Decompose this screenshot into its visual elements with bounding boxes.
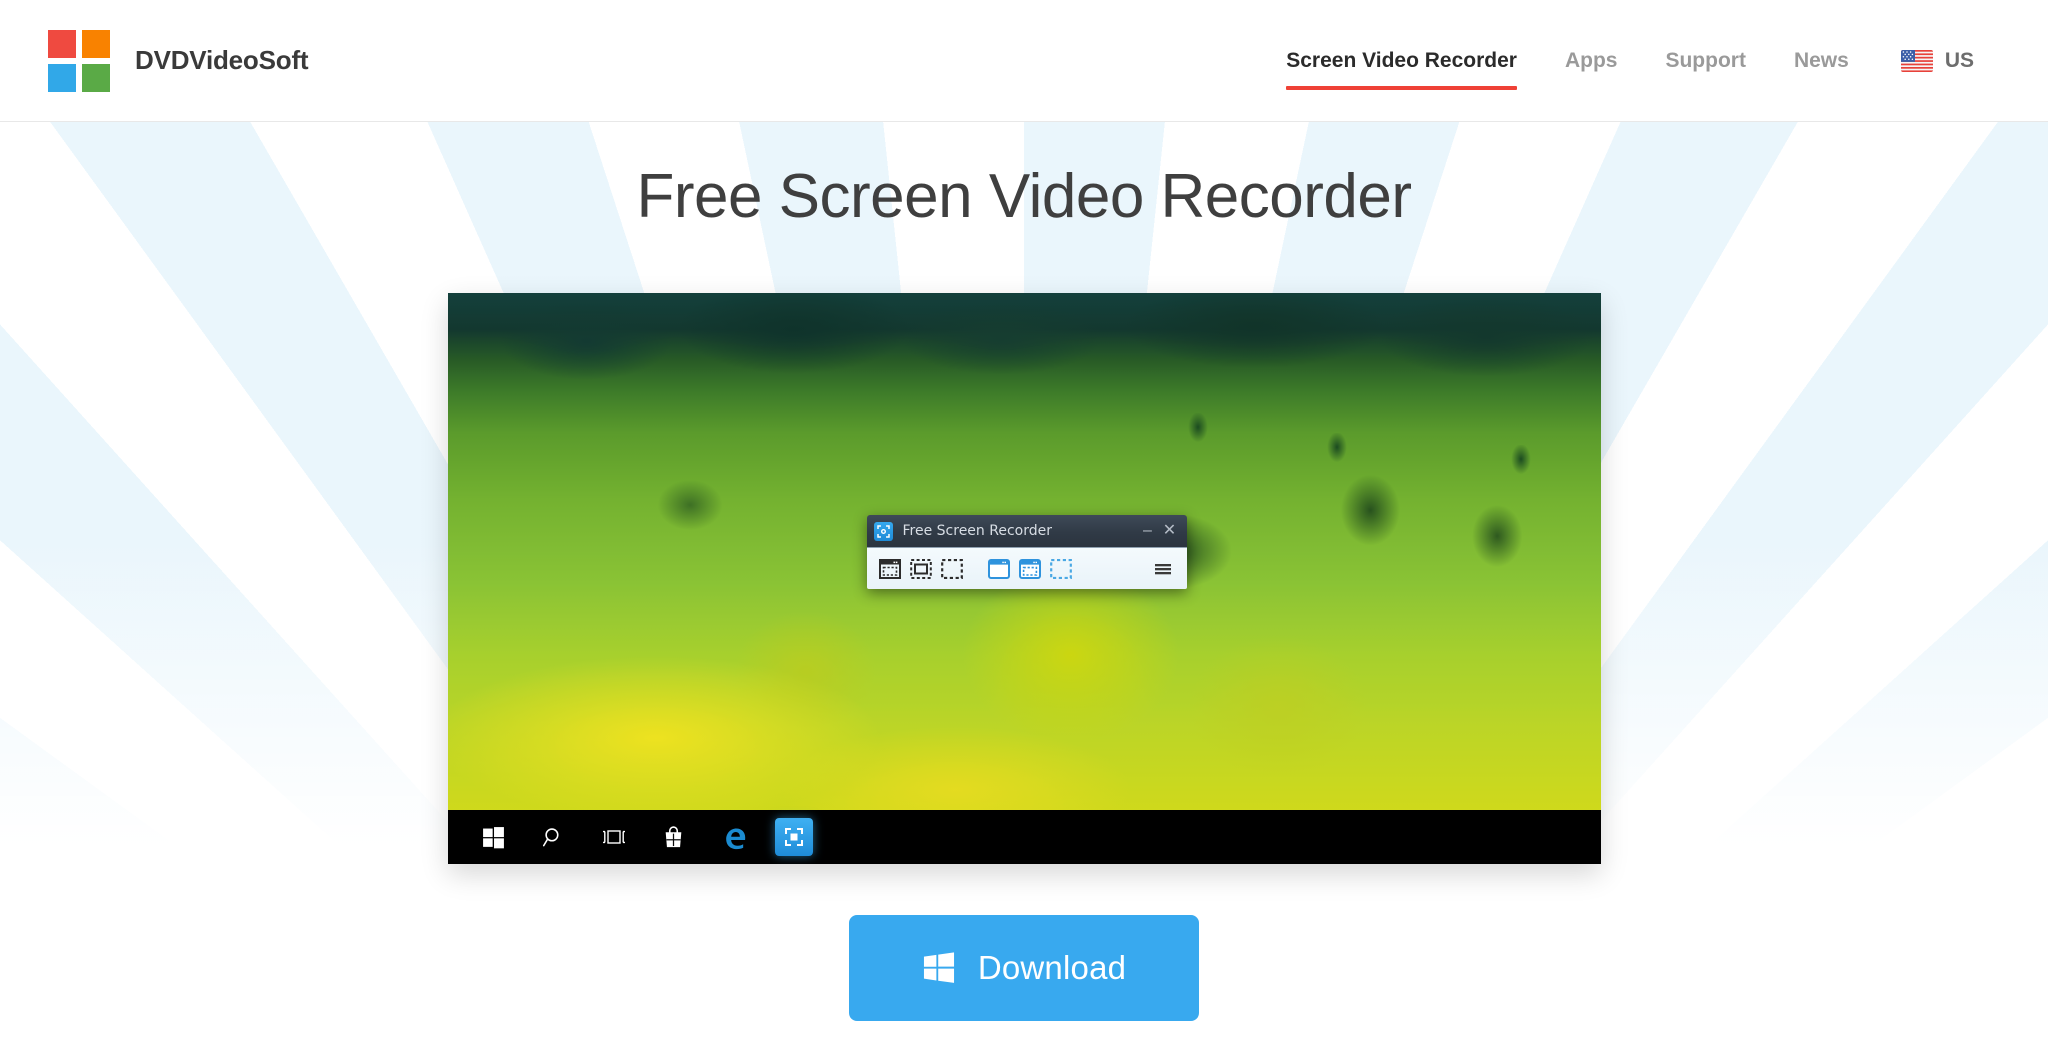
magnifier-icon[interactable]: [524, 810, 584, 864]
recorder-title-text: Free Screen Recorder: [902, 523, 1052, 540]
store-bag-icon[interactable]: [644, 810, 704, 864]
recorder-close-button[interactable]: ✕: [1159, 518, 1181, 544]
download-button[interactable]: Download: [849, 915, 1199, 1022]
record-region-button[interactable]: [1015, 552, 1046, 586]
recorder-toolbar: [866, 547, 1187, 590]
free-screen-recorder-taskbar-icon[interactable]: [764, 810, 824, 864]
main-navigation: Screen Video Recorder Apps Support News: [1262, 0, 1974, 122]
capture-frame-icon: [873, 521, 893, 541]
brand-logo-link[interactable]: DVDVideoSoft: [48, 29, 309, 92]
edge-e-icon[interactable]: [704, 810, 764, 864]
hamburger-menu-icon[interactable]: [1148, 552, 1179, 586]
locale-switcher[interactable]: US: [1873, 49, 1974, 73]
us-flag-icon: [1900, 50, 1933, 72]
free-screen-recorder-window: Free Screen Recorder – ✕: [866, 515, 1187, 590]
task-view-icon[interactable]: [584, 810, 644, 864]
product-screenshot: Free Screen Recorder – ✕: [447, 293, 1601, 865]
hero-section: Free Screen Video Recorder Free Screen R…: [0, 122, 2048, 1051]
nav-item-support[interactable]: Support: [1641, 46, 1769, 76]
page-title: Free Screen Video Recorder: [636, 162, 1412, 231]
capture-region-dark-button[interactable]: [906, 552, 937, 586]
site-header: DVDVideoSoft Screen Video Recorder Apps …: [0, 0, 2048, 122]
recorder-minimize-button[interactable]: –: [1137, 518, 1159, 544]
nav-item-screen-video-recorder[interactable]: Screen Video Recorder: [1262, 46, 1541, 90]
download-button-label: Download: [977, 949, 1127, 987]
recorder-title-bar[interactable]: Free Screen Recorder – ✕: [866, 515, 1187, 548]
locale-label: US: [1944, 49, 1974, 72]
brand-name: DVDVideoSoft: [135, 45, 309, 75]
wallpaper-tree: [1185, 413, 1212, 458]
record-fullscreen-button[interactable]: [1046, 552, 1077, 586]
download-cta-wrapper: Download: [0, 915, 2048, 1022]
wallpaper-treeline: [447, 293, 1601, 414]
wallpaper-tree: [1508, 445, 1535, 490]
record-window-button[interactable]: [984, 552, 1015, 586]
nav-item-apps[interactable]: Apps: [1541, 46, 1642, 76]
wallpaper-tree: [1323, 433, 1350, 478]
nav-item-news[interactable]: News: [1770, 46, 1873, 76]
windows-logo-icon: [922, 950, 956, 987]
windows-taskbar: [447, 810, 1601, 865]
capture-fullscreen-dark-button[interactable]: [937, 552, 968, 586]
four-squares-logo-icon: [48, 29, 110, 92]
capture-window-dark-button[interactable]: [875, 552, 906, 586]
windows-logo-icon[interactable]: [464, 810, 524, 864]
product-screenshot-wrapper: Free Screen Recorder – ✕: [447, 293, 1601, 865]
